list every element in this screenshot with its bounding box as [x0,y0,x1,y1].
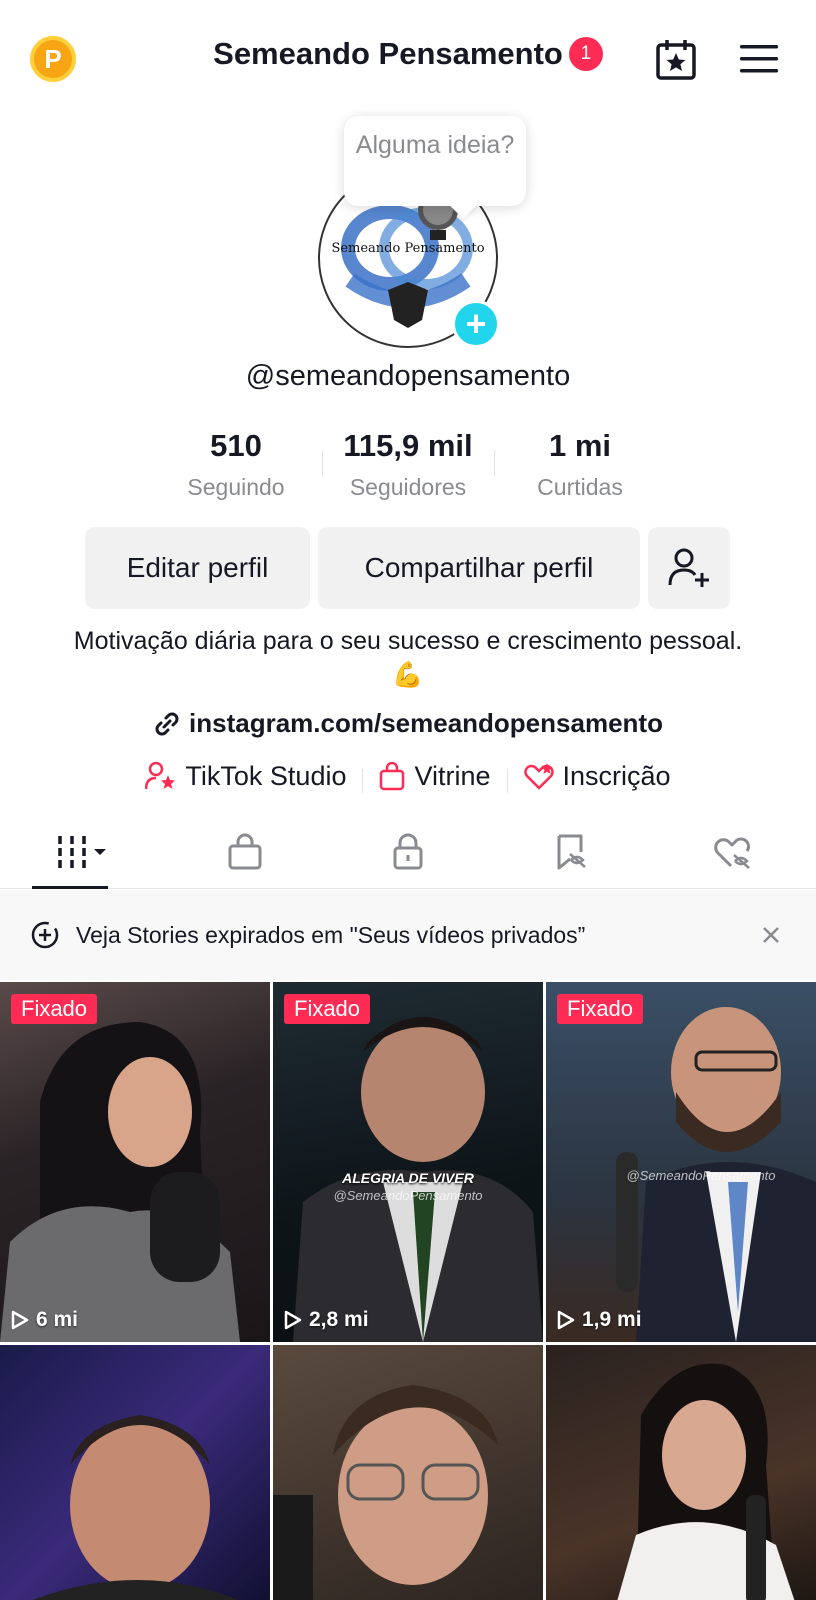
view-count: 1,9 mi [556,1308,642,1332]
stat-following[interactable]: 510 Seguindo [150,428,322,501]
add-friend-button[interactable] [648,527,730,609]
tab-liked[interactable] [652,815,815,888]
thumbnail-image [273,1385,498,1600]
stat-label: Seguindo [187,474,285,500]
username: @semeandopensamento [245,360,571,392]
shortcut-label: Inscrição [562,760,671,791]
account-title[interactable]: Semeando Pensamento [213,36,563,72]
stat-value: 1 mi [548,428,612,463]
video-thumbnail[interactable] [273,1345,543,1600]
thumbnail-image [617,1363,795,1600]
tab-favorites[interactable] [489,815,652,888]
view-count-text: 1,9 mi [582,1308,642,1331]
person-add-icon [668,548,709,587]
menu-icon[interactable] [740,42,780,76]
bubble-text: Alguma ideia? [355,131,515,159]
person-star-icon [145,761,176,790]
stats-row: 510 Seguindo 115,9 mil Seguidores 1 mi C… [150,428,666,501]
view-count-text: 6 mi [36,1308,79,1331]
vitrine-link[interactable]: Vitrine [362,760,506,793]
stat-label: Seguidores [349,474,467,500]
close-icon[interactable] [756,920,786,950]
view-count: 6 mi [10,1308,78,1332]
shortcuts-row: TikTok Studio Vitrine Inscrição [0,756,816,796]
pinned-badge: Fixado [11,994,98,1024]
share-profile-button[interactable]: Compartilhar perfil [318,527,640,609]
play-icon [11,1310,29,1330]
heart-hidden-icon [713,837,750,869]
avatar-text: Semeando Pensamento [331,241,484,256]
profile-link[interactable]: instagram.com/semeandopensamento [0,708,816,739]
thumbnail-image [32,1415,239,1600]
video-thumbnail[interactable]: Fixado 6 mi [0,982,270,1342]
stories-banner[interactable]: Veja Stories expirados em "Seus vídeos p… [0,890,816,980]
tab-shop[interactable] [163,815,326,888]
heart-star-icon [523,763,554,790]
video-thumbnail[interactable]: Fixado ALEGRIA DE VIVER @SemeandoPensame… [273,982,543,1342]
thumbnail-image [293,1017,543,1342]
add-story-button[interactable]: + [452,300,500,348]
banner-text: Veja Stories expirados em "Seus vídeos p… [76,921,586,948]
stat-value: 115,9 mil [343,428,473,463]
bookmark-hidden-icon [557,834,586,869]
edit-profile-button[interactable]: Editar perfil [85,527,310,609]
video-watermark: @SemeandoPensamento [626,1168,776,1183]
notification-badge[interactable]: 1 [568,37,603,71]
lock-icon [393,833,422,869]
video-watermark: @SemeandoPensamento [333,1188,483,1203]
calendar-star-icon[interactable] [654,38,698,82]
stat-likes[interactable]: 1 mi Curtidas [494,428,666,501]
pinned-badge: Fixado [557,994,644,1024]
view-count-text: 2,8 mi [309,1308,369,1331]
play-icon [284,1310,302,1330]
top-bar: P Semeando Pensamento 1 [0,0,816,110]
stat-label: Curtidas [537,474,623,500]
video-grid: Fixado 6 mi Fixado ALEGRIA DE VIVER @Sem… [0,982,816,1600]
content-tabs [0,815,816,889]
tab-videos[interactable] [0,815,163,889]
shortcut-label: Vitrine [414,760,491,791]
story-plus-icon [31,921,59,949]
subscription-link[interactable]: Inscrição [506,760,687,793]
idea-bubble[interactable]: Alguma ideia? [344,116,526,206]
link-icon [155,712,179,735]
video-thumbnail[interactable] [546,1345,816,1600]
thumbnail-image [0,1022,240,1342]
video-caption: ALEGRIA DE VIVER [342,1170,474,1186]
shopping-bag-icon [380,761,405,791]
tiktok-studio-link[interactable]: TikTok Studio [129,761,362,792]
grid-icon [57,835,106,868]
stat-value: 510 [210,428,262,463]
video-thumbnail[interactable]: Fixado @SemeandoPensamento 1,9 mi [546,982,816,1342]
thumbnail-image [616,1007,816,1342]
tab-private[interactable] [326,815,489,888]
bag-icon [228,833,261,869]
shortcut-label: TikTok Studio [185,760,347,791]
profile-link-text: instagram.com/semeandopensamento [189,708,663,738]
video-thumbnail[interactable] [0,1345,270,1600]
play-icon [557,1310,575,1330]
stat-followers[interactable]: 115,9 mil Seguidores [322,428,494,501]
pinned-badge: Fixado [284,994,371,1024]
profile-bio: Motivação diária para o seu sucesso e cr… [73,627,743,689]
view-count: 2,8 mi [283,1308,369,1332]
